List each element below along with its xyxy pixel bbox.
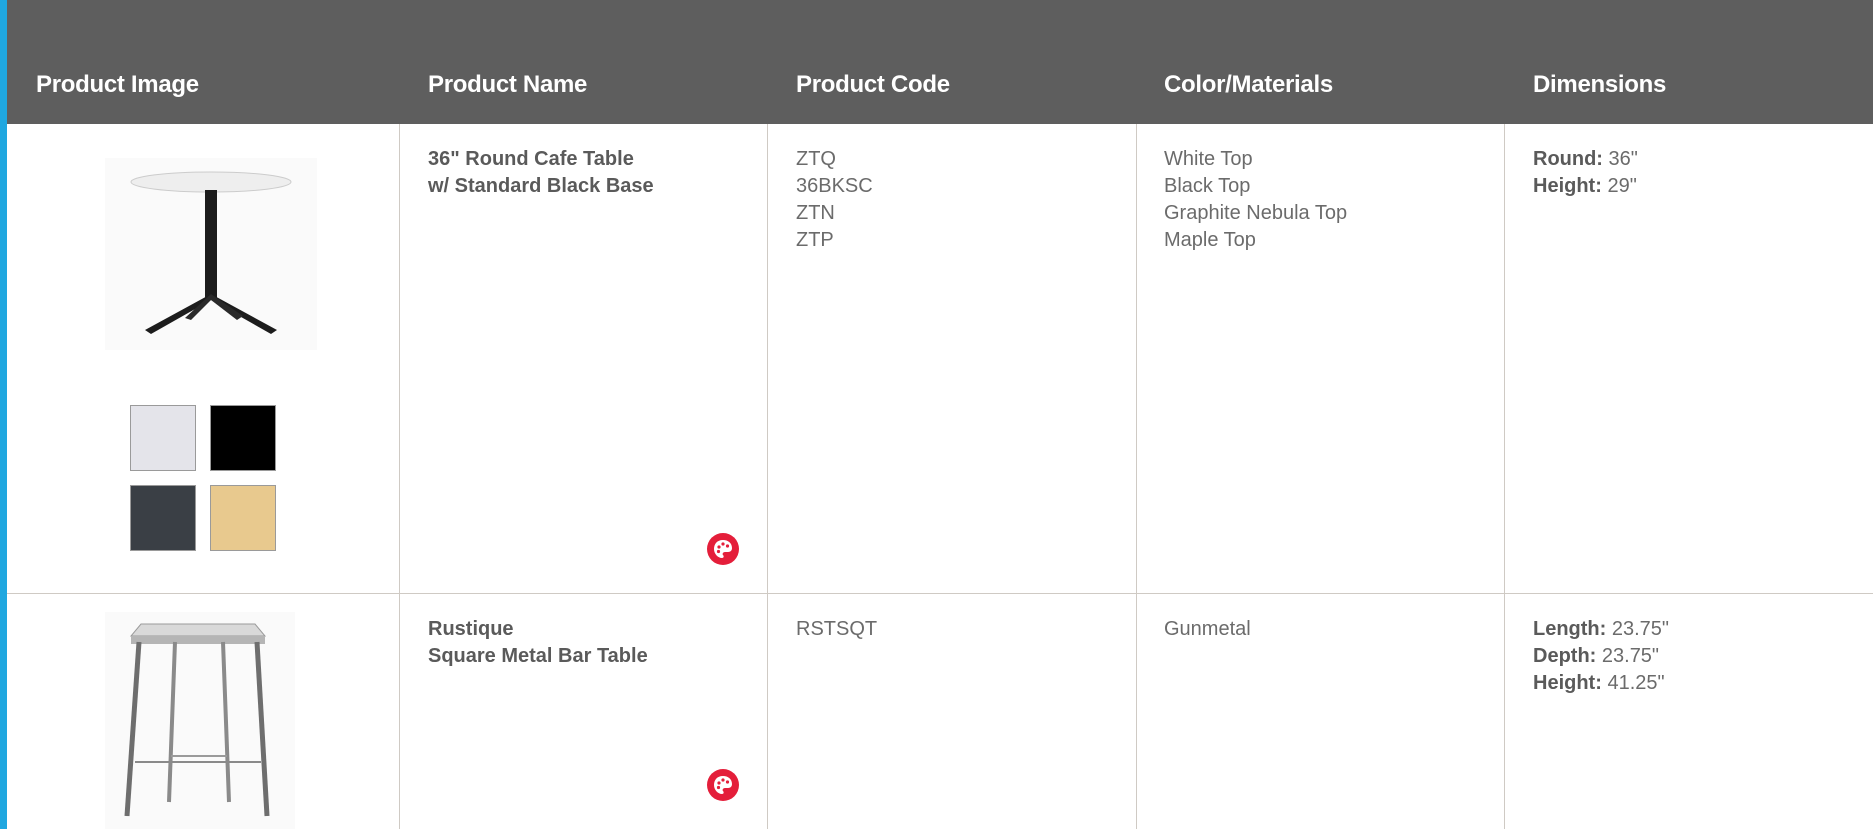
- table-header: Product Image Product Name Product Code …: [7, 0, 1873, 124]
- header-color-materials: Color/Materials: [1164, 71, 1333, 98]
- product-name-line: Square Metal Bar Table: [428, 645, 648, 667]
- header-product-image: Product Image: [36, 71, 199, 98]
- dimension-label: Depth:: [1533, 645, 1597, 667]
- left-accent-stripe: [0, 0, 7, 829]
- product-code: 36BKSC: [796, 175, 873, 197]
- header-product-name: Product Name: [428, 71, 588, 98]
- material-item: Maple Top: [1164, 229, 1256, 251]
- row-divider: [7, 593, 1873, 594]
- column-divider: [1136, 124, 1137, 829]
- swatch-white: [130, 405, 196, 471]
- swatch-maple: [210, 485, 276, 551]
- color-materials: White Top Black Top Graphite Nebula Top …: [1164, 146, 1347, 254]
- material-item: Black Top: [1164, 175, 1251, 197]
- dimensions: Length: 23.75" Depth: 23.75" Height: 41.…: [1533, 616, 1669, 697]
- swatch-graphite-nebula: [130, 485, 196, 551]
- dimension-value: 29": [1601, 175, 1637, 197]
- dimension-value: 41.25": [1601, 672, 1665, 694]
- product-codes: RSTSQT: [796, 616, 877, 643]
- dimensions: Round: 36" Height: 29": [1533, 146, 1638, 200]
- product-code: RSTSQT: [796, 618, 878, 640]
- product-codes: ZTQ 36BKSC ZTN ZTP: [796, 146, 873, 254]
- dimension-label: Height:: [1533, 672, 1602, 694]
- column-divider: [399, 124, 400, 829]
- column-divider: [767, 124, 768, 829]
- product-code: ZTQ: [796, 148, 836, 170]
- product-code: ZTN: [796, 202, 835, 224]
- dimension-value: 36": [1602, 148, 1638, 170]
- product-name-line: w/ Standard Black Base: [428, 175, 654, 197]
- material-item: Gunmetal: [1164, 618, 1251, 640]
- dimension-value: 23.75": [1596, 645, 1660, 667]
- page: Product Image Product Name Product Code …: [0, 0, 1873, 829]
- material-item: White Top: [1164, 148, 1253, 170]
- product-name-line: Rustique: [428, 618, 514, 640]
- header-dimensions: Dimensions: [1533, 71, 1667, 98]
- material-item: Graphite Nebula Top: [1164, 202, 1348, 224]
- swatch-black: [210, 405, 276, 471]
- palette-icon[interactable]: [707, 533, 739, 565]
- color-materials: Gunmetal: [1164, 616, 1251, 643]
- product-name-line: 36" Round Cafe Table: [428, 148, 634, 170]
- round-cafe-table-image: [105, 158, 317, 350]
- header-product-code: Product Code: [796, 71, 950, 98]
- dimension-entry: Length: 23.75": [1533, 616, 1669, 643]
- product-code: ZTP: [796, 229, 834, 251]
- dimension-value: 23.75": [1606, 618, 1670, 640]
- column-divider: [1504, 124, 1505, 829]
- dimension-entry: Round: 36": [1533, 146, 1638, 173]
- dimension-entry: Height: 41.25": [1533, 670, 1669, 697]
- product-name: 36" Round Cafe Table w/ Standard Black B…: [428, 146, 654, 200]
- palette-glyph-icon: [714, 540, 732, 558]
- dimension-entry: Depth: 23.75": [1533, 643, 1669, 670]
- product-table: Product Image Product Name Product Code …: [7, 0, 1873, 829]
- palette-icon[interactable]: [707, 769, 739, 801]
- palette-glyph-icon: [714, 776, 732, 794]
- square-metal-bar-table-image: [105, 612, 295, 829]
- dimension-entry: Height: 29": [1533, 173, 1638, 200]
- dimension-label: Height:: [1533, 175, 1602, 197]
- dimension-label: Length:: [1533, 618, 1607, 640]
- dimension-label: Round:: [1533, 148, 1603, 170]
- product-name: Rustique Square Metal Bar Table: [428, 616, 648, 670]
